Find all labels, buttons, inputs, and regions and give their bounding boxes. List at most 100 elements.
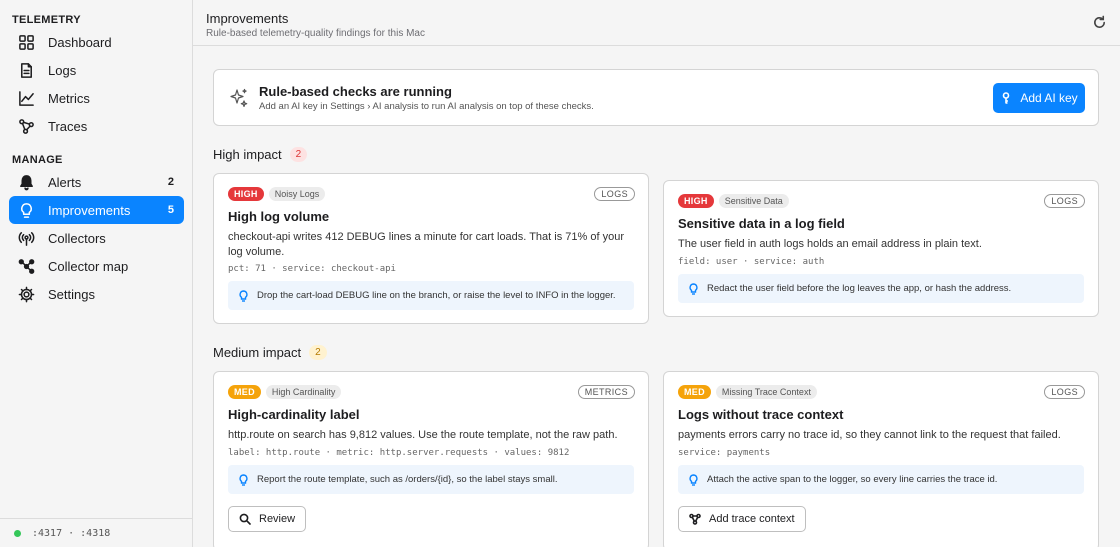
banner-subtitle: Add an AI key in Settings › AI analysis … <box>259 101 594 112</box>
bell-icon <box>17 173 35 191</box>
refresh-button[interactable] <box>1092 15 1108 31</box>
finding-card[interactable]: HIGH Sensitive Data LOGS Sensitive data … <box>663 180 1099 317</box>
card-description: checkout-api writes 412 DEBUG lines a mi… <box>228 231 624 258</box>
sidebar-item-label: Metrics <box>48 90 90 106</box>
card-tags: MED Missing Trace Context <box>678 385 817 399</box>
source-badge: LOGS <box>594 187 635 201</box>
suggestion-text: Attach the active span to the logger, so… <box>707 474 998 485</box>
suggestion-box: Report the route template, such as /orde… <box>228 465 634 494</box>
card-description: http.route on search has 9,812 values. U… <box>228 429 618 441</box>
add-ai-key-label: Add AI key <box>1020 91 1078 105</box>
sidebar: TELEMETRY Dashboard Logs Metrics Traces … <box>0 0 193 547</box>
severity-badge: MED <box>678 385 711 399</box>
section-title-manage: MANAGE <box>12 154 63 166</box>
finding-card[interactable]: MED High Cardinality METRICS High-cardin… <box>213 371 649 547</box>
card-title: High log volume <box>228 209 330 224</box>
category-badge: Sensitive Data <box>718 194 789 208</box>
trace-nodes-icon <box>17 117 35 135</box>
suggestion-text: Report the route template, such as /orde… <box>257 474 558 485</box>
listening-ports: :4317 · :4318 <box>32 527 111 539</box>
suggestion-text: Drop the cart-load DEBUG line on the bra… <box>257 290 616 301</box>
source-badge: METRICS <box>577 385 635 399</box>
network-icon <box>17 257 35 275</box>
trace-nodes-icon <box>689 513 701 525</box>
group-count-badge: 2 <box>289 147 308 162</box>
card-tags: HIGH Sensitive Data <box>678 194 789 208</box>
sidebar-item-collectors[interactable]: Collectors <box>9 224 184 252</box>
suggestion-box: Drop the cart-load DEBUG line on the bra… <box>228 281 634 310</box>
card-meta: field: user · service: auth <box>678 257 825 267</box>
alerts-count-badge: 2 <box>167 176 174 188</box>
key-icon <box>1003 92 1010 104</box>
review-button[interactable]: Review <box>228 506 307 532</box>
improvements-count-badge: 5 <box>167 204 174 216</box>
sparkle-icon <box>228 87 250 109</box>
banner-title: Rule-based checks are running <box>259 84 452 99</box>
sidebar-item-dashboard[interactable]: Dashboard <box>9 28 184 56</box>
lightbulb-icon <box>689 473 698 486</box>
ai-banner: Rule-based checks are running Add an AI … <box>213 69 1099 126</box>
section-title-telemetry: TELEMETRY <box>12 14 81 26</box>
source-badge: LOGS <box>1044 385 1085 399</box>
group-count-badge: 2 <box>309 345 327 360</box>
card-description: payments errors carry no trace id, so th… <box>678 429 1061 441</box>
severity-badge: HIGH <box>228 187 264 201</box>
category-badge: High Cardinality <box>265 385 342 399</box>
card-description: The user field in auth logs holds an ema… <box>678 238 982 250</box>
sidebar-item-label: Dashboard <box>48 34 112 50</box>
sidebar-item-label: Collectors <box>48 230 106 246</box>
lightbulb-icon <box>239 289 248 302</box>
sidebar-item-improvements[interactable]: Improvements 5 <box>9 196 184 224</box>
suggestion-box: Attach the active span to the logger, so… <box>678 465 1084 494</box>
severity-badge: MED <box>228 385 261 399</box>
category-badge: Missing Trace Context <box>715 385 817 399</box>
card-tags: HIGH Noisy Logs <box>228 187 326 201</box>
high-impact-heading: High impact 2 <box>213 147 308 162</box>
sidebar-item-traces[interactable]: Traces <box>9 112 184 140</box>
sidebar-item-label: Traces <box>48 118 88 134</box>
sidebar-item-label: Alerts <box>48 174 82 190</box>
card-meta: service: payments <box>678 448 771 458</box>
card-title: High-cardinality label <box>228 407 360 422</box>
sidebar-item-label: Settings <box>48 286 95 302</box>
sidebar-item-settings[interactable]: Settings <box>9 280 184 308</box>
suggestion-text: Redact the user field before the log lea… <box>707 283 1012 294</box>
card-tags: MED High Cardinality <box>228 385 342 399</box>
finding-card[interactable]: HIGH Noisy Logs LOGS High log volume che… <box>213 173 649 324</box>
sidebar-item-alerts[interactable]: Alerts 2 <box>9 168 184 196</box>
antenna-icon <box>17 229 35 247</box>
review-label: Review <box>259 513 296 525</box>
page-title: Improvements <box>206 11 289 26</box>
gear-icon <box>17 285 35 303</box>
card-title: Logs without trace context <box>678 407 844 422</box>
chart-line-icon <box>17 89 35 107</box>
collector-status-bar: :4317 · :4318 <box>0 518 192 547</box>
add-trace-context-button[interactable]: Add trace context <box>678 506 806 532</box>
suggestion-box: Redact the user field before the log lea… <box>678 274 1084 303</box>
card-meta: label: http.route · metric: http.server.… <box>228 448 570 458</box>
document-icon <box>17 61 35 79</box>
card-meta: pct: 71 · service: checkout-api <box>228 264 396 274</box>
lightbulb-icon <box>239 473 248 486</box>
group-label: Medium impact <box>213 345 302 360</box>
sidebar-item-collector-map[interactable]: Collector map <box>9 252 184 280</box>
category-badge: Noisy Logs <box>268 187 326 201</box>
search-icon <box>239 513 251 525</box>
sidebar-item-label: Logs <box>48 62 77 78</box>
sidebar-item-metrics[interactable]: Metrics <box>9 84 184 112</box>
finding-card[interactable]: MED Missing Trace Context LOGS Logs with… <box>663 371 1099 547</box>
lightbulb-icon <box>17 201 35 219</box>
add-ai-key-button[interactable]: Add AI key <box>993 83 1085 113</box>
card-title: Sensitive data in a log field <box>678 216 845 231</box>
group-label: High impact <box>213 147 282 162</box>
sidebar-item-label: Improvements <box>48 202 131 218</box>
status-dot-icon <box>14 529 21 537</box>
refresh-icon <box>1094 15 1105 28</box>
page-subtitle: Rule-based telemetry-quality findings fo… <box>206 28 425 39</box>
sidebar-item-label: Collector map <box>48 258 129 274</box>
severity-badge: HIGH <box>678 194 714 208</box>
sidebar-item-logs[interactable]: Logs <box>9 56 184 84</box>
grid-icon <box>17 33 35 51</box>
medium-impact-heading: Medium impact 2 <box>213 345 327 360</box>
add-trace-context-label: Add trace context <box>709 513 795 525</box>
